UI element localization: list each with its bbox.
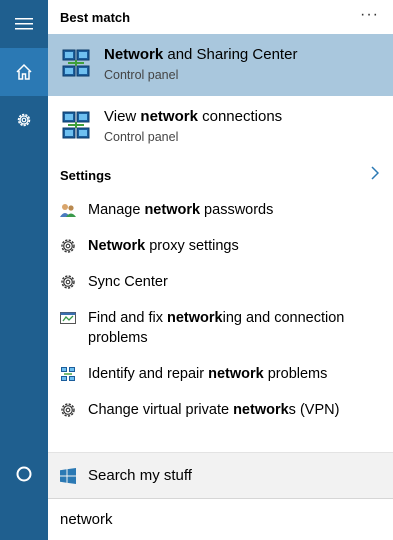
windows-logo-icon bbox=[60, 468, 76, 484]
result-network-sharing-center[interactable]: Network and Sharing Center Control panel bbox=[48, 34, 393, 96]
setting-label: Network proxy settings bbox=[88, 238, 239, 254]
setting-identify-repair-network[interactable]: Identify and repair network problems bbox=[48, 364, 393, 386]
gear-icon bbox=[61, 239, 75, 253]
gear-icon bbox=[61, 403, 75, 417]
result-title: View network connections bbox=[104, 108, 283, 125]
home-button[interactable] bbox=[0, 48, 48, 96]
chevron-right-icon[interactable] bbox=[371, 166, 379, 180]
result-title: Network and Sharing Center bbox=[104, 46, 298, 63]
search-box bbox=[48, 498, 393, 540]
best-match-header: Best match bbox=[60, 10, 131, 25]
setting-label: Identify and repair network problems bbox=[88, 366, 328, 382]
network-monitors-icon bbox=[62, 111, 90, 139]
settings-button[interactable] bbox=[0, 96, 48, 144]
settings-header: Settings bbox=[60, 168, 112, 183]
cortana-circle-icon bbox=[16, 466, 32, 482]
result-subtitle: Control panel bbox=[104, 68, 179, 82]
setting-label: Sync Center bbox=[88, 274, 168, 290]
result-view-network-connections[interactable]: View network connections Control panel bbox=[48, 96, 393, 158]
setting-sync-center[interactable]: Sync Center bbox=[48, 272, 393, 294]
gear-icon bbox=[61, 275, 75, 289]
setting-find-fix-networking[interactable]: Find and fix networking and connection p… bbox=[48, 308, 393, 350]
setting-change-vpn[interactable]: Change virtual private networks (VPN) bbox=[48, 400, 393, 422]
setting-network-proxy[interactable]: Network proxy settings bbox=[48, 236, 393, 258]
network-monitors-icon bbox=[61, 367, 75, 381]
setting-manage-network-passwords[interactable]: Manage network passwords bbox=[48, 200, 393, 222]
setting-label: Change virtual private networks (VPN) bbox=[88, 402, 340, 418]
users-icon bbox=[60, 204, 76, 217]
network-monitors-icon bbox=[62, 49, 90, 77]
sidebar bbox=[0, 0, 48, 540]
search-results-panel: Best match ··· Network and Sharing Cente… bbox=[48, 0, 393, 540]
gear-icon bbox=[17, 113, 31, 127]
search-my-stuff-button[interactable]: Search my stuff bbox=[48, 453, 393, 498]
search-my-stuff-label: Search my stuff bbox=[88, 467, 192, 484]
troubleshoot-icon bbox=[60, 312, 76, 324]
result-subtitle: Control panel bbox=[104, 130, 179, 144]
home-icon bbox=[16, 63, 32, 80]
menu-icon bbox=[15, 18, 33, 30]
more-options-button[interactable]: ··· bbox=[360, 6, 379, 24]
menu-button[interactable] bbox=[0, 0, 48, 48]
search-input[interactable] bbox=[58, 508, 382, 530]
setting-label: Find and fix networking and connection p… bbox=[88, 310, 345, 346]
setting-label: Manage network passwords bbox=[88, 202, 274, 218]
cortana-button[interactable] bbox=[0, 450, 48, 498]
